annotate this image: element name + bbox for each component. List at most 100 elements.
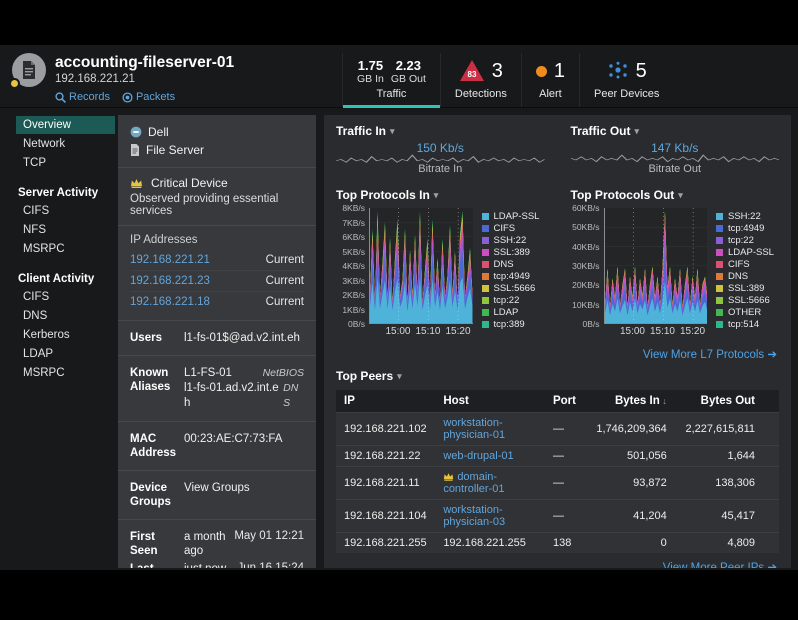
legend-item: SSL:389 <box>481 246 545 258</box>
y-axis-labels: 8KB/s 7KB/s 6KB/s 5KB/s 4KB/s 3KB/s 2KB/s 1KB/s… <box>336 203 369 329</box>
sidebar-group: Overview Network TCP <box>0 116 118 172</box>
peer-host-link[interactable]: web-drupal-01 <box>443 450 513 462</box>
legend-item: DNS <box>716 270 779 282</box>
sidebar-item-dns[interactable]: DNS <box>16 307 115 325</box>
peer-spacer-cell <box>763 445 779 467</box>
view-more-peer-ips-link[interactable]: View More Peer IPs ➔ <box>336 553 779 568</box>
legend-item: tcp:4949 <box>716 222 779 234</box>
packets-link-label: Packets <box>135 91 176 103</box>
aliases-list: L1-FS-01 NetBIOS l1-fs-01.ad.v2.int.eh DNS <box>184 366 304 411</box>
y-axis-tick: 30KB/s <box>572 261 600 271</box>
peer-host-link[interactable]: workstation-physician-01 <box>443 417 505 441</box>
alias-row: L1-FS-01 NetBIOS <box>184 366 304 381</box>
sidebar-item-kerberos[interactable]: Kerberos <box>16 326 115 344</box>
protocol-chart-dropdown[interactable]: Top Protocols Out ▾ <box>571 188 780 202</box>
arrow-right-icon: ➔ <box>767 562 777 568</box>
view-more-l7-link[interactable]: View More L7 Protocols ➔ <box>336 340 779 367</box>
legend-item: tcp:389 <box>481 319 545 331</box>
svg-text:83: 83 <box>467 70 476 79</box>
peer-ip-cell: 192.168.221.102 <box>336 412 436 446</box>
peer-bytes-in-cell: 41,204 <box>584 499 675 533</box>
legend-item: tcp:22 <box>481 295 545 307</box>
legend-swatch <box>716 248 723 256</box>
column-header-host[interactable]: Host <box>435 390 545 413</box>
packets-link[interactable]: Packets <box>122 91 175 103</box>
traffic-in-sparkline: 150 Kb/s Bitrate In <box>336 141 545 179</box>
protocol-chart-title: Top Protocols Out <box>570 188 675 202</box>
peer-bytes-out-cell: 4,809 <box>674 532 763 553</box>
device-identity: accounting-fileserver-01 192.168.221.21 … <box>9 53 342 107</box>
plot-area: 15:00 15:10 15:20 <box>369 208 473 340</box>
protocol-chart-top-protocols-out: Top Protocols Out ▾ 60KB/s 50KB/s 40KB/s 30KB… <box>571 188 780 340</box>
x-axis-labels: 15:00 15:10 15:20 <box>604 326 708 340</box>
legend-label: OTHER <box>728 307 762 319</box>
column-header-bytes-out[interactable]: Bytes Out <box>674 390 763 413</box>
known-aliases-label: Known Aliases <box>130 367 171 393</box>
sidebar-item-nfs[interactable]: NFS <box>16 221 115 239</box>
sidebar-item-msrpc[interactable]: MSRPC <box>16 240 115 258</box>
top-peers-dropdown[interactable]: Top Peers ▾ <box>336 367 779 390</box>
chevron-down-icon: ▾ <box>634 125 640 136</box>
packets-icon <box>122 91 133 103</box>
legend-label: SSL:5666 <box>728 295 770 307</box>
ip-address-row: 192.168.221.23 Current <box>130 270 304 291</box>
sidebar-item-tcp[interactable]: TCP <box>16 154 115 172</box>
peer-spacer-cell <box>763 412 779 446</box>
legend-label: LDAP-SSL <box>493 210 540 222</box>
detection-risk-icon: 83 <box>459 60 484 81</box>
tab-detections[interactable]: 83 3 Detections <box>439 53 521 107</box>
peer-host-cell: workstation-physician-03 <box>435 499 545 533</box>
column-header-ip[interactable]: IP <box>336 390 436 413</box>
records-link[interactable]: Records <box>55 91 110 103</box>
legend-item: tcp:22 <box>716 234 779 246</box>
legend-item: SSH:22 <box>716 210 779 222</box>
ip-address-link[interactable]: 192.168.221.23 <box>130 275 210 287</box>
user-link[interactable]: l1-fs-01$@ad.v2.int.eh <box>184 331 304 345</box>
stats-tabs: 1.75 GB In 2.23 GB Out Traffic 83 3 Dete… <box>342 53 788 108</box>
critical-device-description: Observed providing essential services <box>130 193 279 217</box>
column-header-port[interactable]: Port <box>544 390 585 413</box>
peer-port-cell: 138 <box>544 532 585 553</box>
mac-address-row: MAC Address 00:23:AE:C7:73:FA <box>130 430 304 462</box>
sidebar-item-msrpc[interactable]: MSRPC <box>16 364 115 382</box>
view-groups-link[interactable]: View Groups <box>184 481 304 509</box>
ip-address-link[interactable]: 192.168.221.18 <box>130 296 210 308</box>
first-seen-absolute: May 01 12:21 <box>234 530 304 542</box>
sidebar-group-header: Server Activity <box>18 187 99 199</box>
sidebar-item-ldap[interactable]: LDAP <box>16 345 115 363</box>
device-groups-row: Device Groups View Groups <box>130 479 304 511</box>
tab-peer-devices[interactable]: 5 Peer Devices <box>578 53 673 107</box>
tab-traffic[interactable]: 1.75 GB In 2.23 GB Out Traffic <box>342 53 440 108</box>
last-seen-label: Last Seen <box>130 562 176 568</box>
peer-host-link[interactable]: workstation-physician-03 <box>443 504 505 528</box>
known-aliases-row: Known Aliases L1-FS-01 NetBIOS l1-fs-01.ad… <box>130 364 304 413</box>
metrics-panel: Traffic In ▾ 150 Kb/s Bitrate In Traffic… <box>324 115 791 568</box>
peer-host-cell: domain-controller-01 <box>435 466 545 500</box>
protocol-chart-dropdown[interactable]: Top Protocols In ▾ <box>336 188 545 202</box>
legend-swatch <box>481 236 489 244</box>
sidebar-item-cifs[interactable]: CIFS <box>16 202 115 220</box>
sidebar-item-cifs[interactable]: CIFS <box>16 288 115 306</box>
role-row: File Server <box>130 141 304 159</box>
alias-type: DNS <box>283 382 299 409</box>
vendor-label: Dell <box>148 125 169 139</box>
alert-count: 1 <box>553 59 565 82</box>
tab-alert[interactable]: 1 Alert <box>520 53 579 107</box>
traffic-out-dropdown[interactable]: Traffic Out ▾ <box>571 124 780 138</box>
sort-desc-icon: ↓ <box>659 396 667 406</box>
device-overview-app: accounting-fileserver-01 192.168.221.21 … <box>0 45 798 570</box>
x-axis-tick: 15:20 <box>445 326 471 337</box>
column-header-bytes-in[interactable]: Bytes In ↓ <box>584 390 675 413</box>
traffic-in-dropdown[interactable]: Traffic In ▾ <box>336 124 545 138</box>
ip-address-link[interactable]: 192.168.221.21 <box>130 254 210 266</box>
y-axis-tick: 6KB/s <box>342 232 365 242</box>
legend-label: SSH:22 <box>728 210 761 222</box>
critical-badge-icon <box>9 78 20 89</box>
sidebar-item-network[interactable]: Network <box>16 135 115 153</box>
legend-item: tcp:514 <box>716 319 779 331</box>
bitrate-out-caption: Bitrate Out <box>648 163 702 175</box>
sidebar-item-overview[interactable]: Overview <box>16 116 115 134</box>
legend-label: SSL:5666 <box>493 283 536 295</box>
users-row: Users l1-fs-01$@ad.v2.int.eh <box>130 329 304 347</box>
x-axis-tick: 15:10 <box>649 326 675 337</box>
